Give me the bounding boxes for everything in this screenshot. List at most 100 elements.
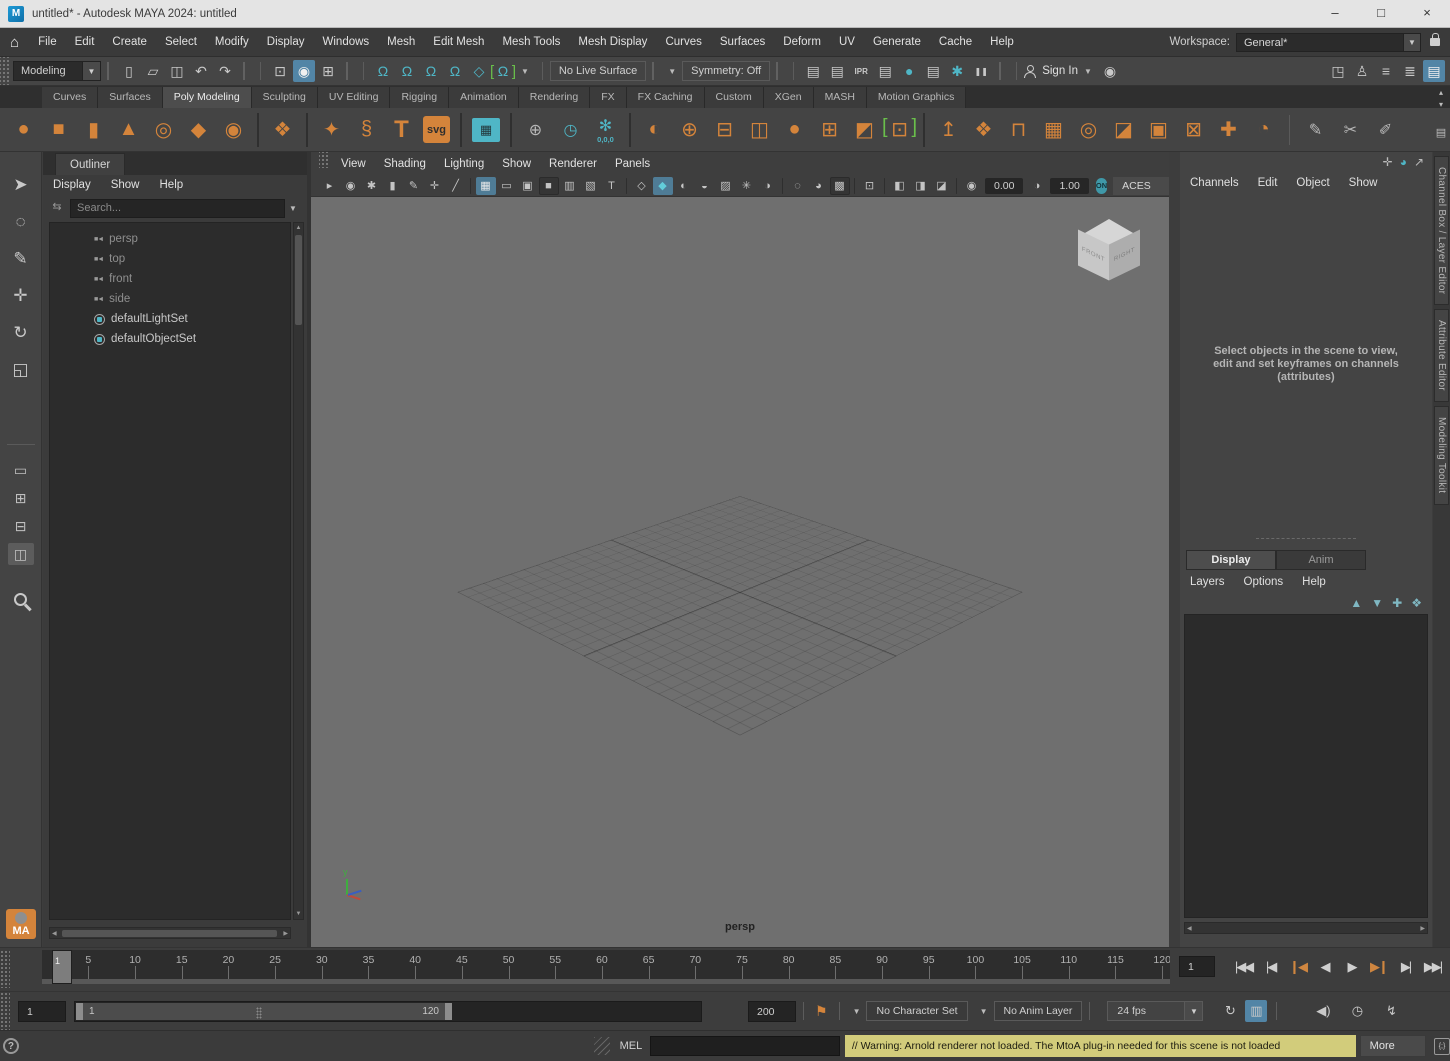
- duplicate-face-icon[interactable]: ▣: [1142, 112, 1175, 148]
- time-tick[interactable]: 55: [532, 950, 579, 979]
- menu-item[interactable]: File: [29, 36, 66, 48]
- viewport-canvas[interactable]: FRONT RIGHT y persp: [311, 197, 1169, 947]
- poly-cone-icon[interactable]: ▲: [112, 112, 145, 148]
- shelf-tab[interactable]: MASH: [814, 87, 867, 108]
- animation-start-field[interactable]: 1: [18, 1001, 66, 1022]
- menu-item[interactable]: Edit Mesh: [424, 36, 493, 48]
- range-start-handle[interactable]: [76, 1003, 83, 1020]
- live-surface-field[interactable]: No Live Surface: [550, 61, 646, 81]
- shelf-tab[interactable]: UV Editing: [318, 87, 391, 108]
- set-keyframe-icon[interactable]: ◷: [554, 112, 587, 148]
- quad-draw-icon[interactable]: ⊡: [883, 112, 916, 148]
- outliner-item[interactable]: ■◄ defaultLightSet: [50, 309, 290, 329]
- channel-box-menu-item[interactable]: Object: [1296, 177, 1329, 189]
- fps-caret-icon[interactable]: ▼: [1185, 1001, 1203, 1021]
- outliner-menu-item[interactable]: Display: [53, 179, 91, 191]
- current-frame-field[interactable]: 1: [1179, 956, 1215, 977]
- side-tab[interactable]: Modeling Toolkit: [1434, 406, 1449, 504]
- render-current-frame-icon[interactable]: ▤: [826, 60, 848, 82]
- time-tick[interactable]: 80: [765, 950, 812, 979]
- menu-item[interactable]: Cache: [930, 36, 981, 48]
- maximize-button[interactable]: □: [1358, 0, 1404, 27]
- time-tick[interactable]: 60: [579, 950, 626, 979]
- shelf-tab[interactable]: Poly Modeling: [163, 87, 252, 108]
- go-to-end-button[interactable]: ▶▶|: [1419, 954, 1446, 980]
- motion-blur-icon[interactable]: ◕: [809, 177, 829, 195]
- layer-list[interactable]: [1184, 614, 1428, 918]
- type-text-icon[interactable]: T: [385, 112, 418, 148]
- view-cube[interactable]: FRONT RIGHT: [1077, 219, 1143, 291]
- scrollbar-thumb[interactable]: [295, 235, 302, 325]
- camera-attributes-icon[interactable]: ✱: [362, 177, 382, 195]
- layout-two-pane-icon[interactable]: ⊟: [8, 515, 34, 537]
- time-tick[interactable]: 65: [625, 950, 672, 979]
- xray-joints-icon[interactable]: ◨: [911, 177, 931, 195]
- separate-icon[interactable]: ⊟: [708, 112, 741, 148]
- grease-pencil-icon[interactable]: ╱: [446, 177, 466, 195]
- snap-to-origin-icon[interactable]: ✻0,0,0: [589, 112, 622, 148]
- outliner-menu-item[interactable]: Help: [160, 179, 184, 191]
- outliner-item[interactable]: ■◄ persp: [50, 229, 290, 249]
- mel-command-input[interactable]: [650, 1036, 840, 1056]
- film-gate-icon[interactable]: ▭: [497, 177, 517, 195]
- time-tick[interactable]: 45: [439, 950, 486, 979]
- shelf-tab[interactable]: Motion Graphics: [867, 87, 966, 108]
- viewport-icon[interactable]: [884, 178, 885, 194]
- channel-box-toggle-icon[interactable]: ≡: [1375, 60, 1397, 82]
- menu-item[interactable]: Deform: [774, 36, 830, 48]
- bridge-icon[interactable]: ⊓: [1002, 112, 1035, 148]
- fit-view-icon[interactable]: ◪: [932, 177, 952, 195]
- viewport-icon[interactable]: [854, 178, 855, 194]
- poly-cylinder-icon[interactable]: ▮: [77, 112, 110, 148]
- smooth-shade-icon[interactable]: ◆: [653, 177, 673, 195]
- move-layer-up-icon[interactable]: ▲: [1350, 596, 1362, 610]
- menu-item[interactable]: Help: [981, 36, 1023, 48]
- poke-icon[interactable]: ✚: [1212, 112, 1245, 148]
- rangeslider-grip[interactable]: [0, 992, 10, 1030]
- bevel-icon[interactable]: ❖: [967, 112, 1000, 148]
- attribute-editor-toggle-icon[interactable]: ≣: [1399, 60, 1421, 82]
- shelf-icon[interactable]: [257, 113, 259, 147]
- time-tick[interactable]: 25: [252, 950, 299, 979]
- shelf-tab[interactable]: Animation: [449, 87, 519, 108]
- snap-caret-icon[interactable]: ▼: [521, 67, 529, 76]
- grid-icon[interactable]: ▦: [476, 177, 496, 195]
- mirror-icon[interactable]: ◫: [743, 112, 776, 148]
- collapser[interactable]: [107, 62, 111, 80]
- range-end-handle[interactable]: [445, 1003, 452, 1020]
- step-forward-button[interactable]: ▶|: [1392, 954, 1419, 980]
- commandline-grip[interactable]: [594, 1037, 610, 1055]
- side-tab[interactable]: Attribute Editor: [1434, 309, 1449, 402]
- collapser[interactable]: [999, 62, 1003, 80]
- image-plane-icon[interactable]: ✎: [404, 177, 424, 195]
- menu-item[interactable]: Mesh: [378, 36, 424, 48]
- anim-layer-field[interactable]: No Anim Layer: [994, 1001, 1083, 1021]
- anim-prefs-icon[interactable]: ↯: [1380, 1000, 1402, 1022]
- viewport-menu-item[interactable]: Show: [493, 158, 540, 170]
- menu-item[interactable]: Surfaces: [711, 36, 774, 48]
- time-tick[interactable]: 90: [859, 950, 906, 979]
- redo-icon[interactable]: ↷: [214, 60, 236, 82]
- menu-item[interactable]: Mesh Tools: [493, 36, 569, 48]
- layer-editor-tab[interactable]: Display: [1186, 550, 1276, 570]
- minimize-button[interactable]: –: [1312, 0, 1358, 27]
- select-camera-icon[interactable]: ▸: [320, 177, 340, 195]
- checker-icon[interactable]: ▨: [716, 177, 736, 195]
- gamma-field[interactable]: 1.00: [1050, 178, 1088, 194]
- collapser[interactable]: [776, 62, 780, 80]
- contrast-icon[interactable]: ◑: [1027, 177, 1047, 195]
- xray-icon[interactable]: ◧: [890, 177, 910, 195]
- shelf-icon[interactable]: [923, 113, 925, 147]
- create-empty-layer-icon[interactable]: ✚: [1392, 596, 1402, 610]
- fps-selector[interactable]: 24 fps ▼: [1107, 1001, 1203, 1021]
- multisample-icon[interactable]: ▩: [830, 177, 850, 195]
- workspace-lock-icon[interactable]: [1430, 38, 1440, 46]
- viewport-menu-item[interactable]: Panels: [606, 158, 659, 170]
- poly-disc-icon[interactable]: ◉: [217, 112, 250, 148]
- go-to-start-button[interactable]: |◀◀: [1230, 954, 1257, 980]
- menu-item[interactable]: Edit: [66, 36, 104, 48]
- channel-box-menu-item[interactable]: Edit: [1258, 177, 1278, 189]
- loop-icon[interactable]: ↻: [1219, 1000, 1241, 1022]
- snap-to-projected-center-icon[interactable]: Ω: [444, 60, 466, 82]
- menu-item[interactable]: Windows: [314, 36, 379, 48]
